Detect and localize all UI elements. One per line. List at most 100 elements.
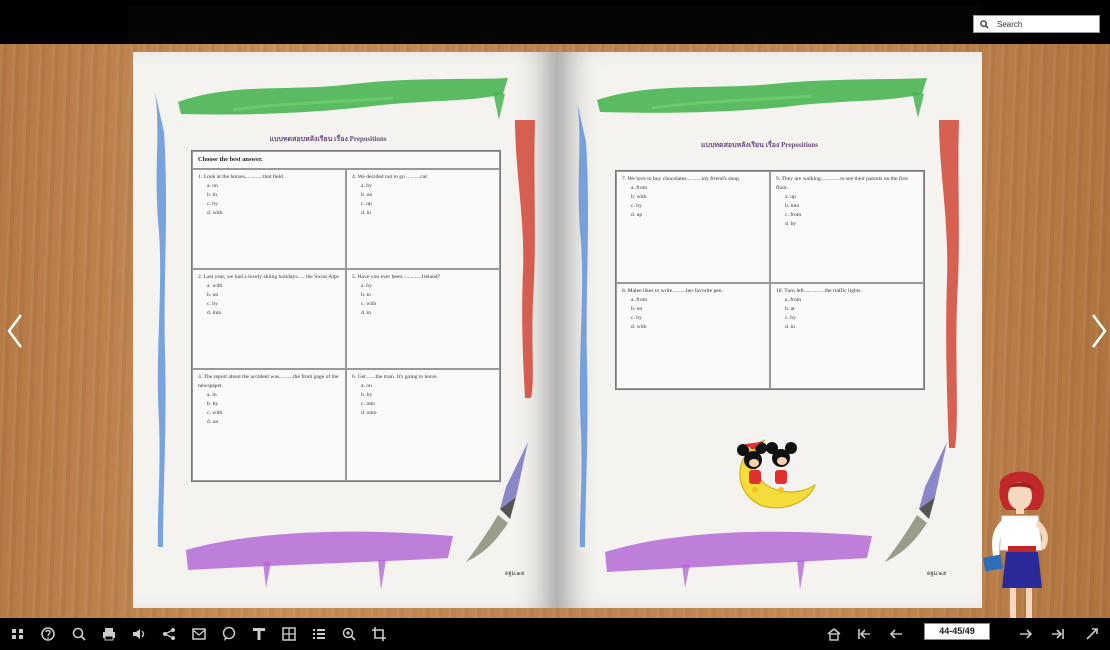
question-text: 6. Get.......the train. It's going to le… — [352, 374, 438, 380]
question-cell[interactable]: 7. We love to buy chocolates...........m… — [616, 171, 770, 283]
purple-paint-decoration — [605, 531, 872, 590]
answer-option[interactable]: d. with — [622, 323, 764, 332]
zoom-in-icon[interactable] — [341, 626, 357, 642]
prev-page-icon[interactable] — [888, 626, 904, 642]
page-number-input[interactable]: 44-45/49 — [924, 623, 990, 640]
answer-option[interactable]: d. into — [198, 309, 340, 318]
answer-option[interactable]: b. by — [352, 391, 494, 400]
print-icon[interactable] — [101, 626, 117, 642]
answer-option[interactable]: d. by — [776, 220, 918, 229]
search-icon[interactable] — [71, 626, 87, 642]
answer-option[interactable]: b. at — [776, 305, 918, 314]
question-text: 3. The report about the accident was....… — [198, 374, 339, 389]
right-page-title: แบบทดสอบหลังเรียน เรื่อง Prepositions — [701, 141, 818, 149]
mickey-minnie-moon-illustration — [737, 439, 816, 509]
comment-icon[interactable] — [221, 626, 237, 642]
answer-option[interactable]: d. on — [198, 418, 340, 427]
answer-option[interactable]: a. up — [776, 193, 918, 202]
answer-option[interactable]: a. from — [622, 184, 764, 193]
right-page[interactable]: แบบทดสอบหลังเรียน เรื่อง Prepositions 7.… — [557, 52, 982, 608]
crop-icon[interactable] — [371, 626, 387, 642]
answer-option[interactable]: c. from — [776, 211, 918, 220]
question-cell[interactable]: 2. Last year, we had a lovely skiing hol… — [192, 269, 346, 369]
answer-option[interactable]: a. by — [352, 182, 494, 191]
next-page-icon[interactable] — [1018, 626, 1034, 642]
answer-option[interactable]: d. in — [776, 323, 918, 332]
answer-option[interactable]: c. into — [352, 400, 494, 409]
question-text: 7. We love to buy chocolates...........m… — [622, 176, 741, 182]
thumbnails-icon[interactable] — [10, 626, 26, 642]
answer-option[interactable]: a. from — [622, 296, 764, 305]
next-page-arrow[interactable] — [1090, 312, 1108, 350]
question-cell[interactable]: 10. Turn left...............the traffic … — [770, 283, 924, 389]
page-code: ดฐม/๑๕ — [505, 571, 525, 577]
answer-option[interactable]: b. on — [352, 191, 494, 200]
question-cell[interactable]: 4. We decided not to go ..........car. a… — [346, 169, 500, 269]
red-paint-decoration — [515, 120, 535, 398]
answer-option[interactable]: b. with — [622, 193, 764, 202]
answer-option[interactable]: c. by — [776, 314, 918, 323]
answer-option[interactable]: c. up — [352, 200, 494, 209]
answer-option[interactable]: a. on — [198, 182, 340, 191]
question-cell[interactable]: 3. The report about the accident was....… — [192, 369, 346, 481]
sound-icon[interactable] — [131, 626, 147, 642]
answer-option[interactable]: b. into — [776, 202, 918, 211]
first-page-icon[interactable] — [856, 626, 872, 642]
answer-option[interactable]: a. from — [776, 296, 918, 305]
answer-option[interactable]: b. on — [622, 305, 764, 314]
fullscreen-icon[interactable] — [1084, 626, 1100, 642]
top-band — [128, 6, 980, 44]
answer-option[interactable]: b. on — [198, 291, 340, 300]
left-page-title: แบบทดสอบหลังเรียน เรื่อง Prepositions — [269, 135, 387, 143]
email-icon[interactable] — [191, 626, 207, 642]
help-icon[interactable] — [40, 626, 56, 642]
question-text: 1. Look at the horses.............that f… — [198, 174, 285, 180]
question-cell[interactable]: 6. Get.......the train. It's going to le… — [346, 369, 500, 481]
grid-icon[interactable] — [281, 626, 297, 642]
answer-option[interactable]: c. with — [352, 300, 494, 309]
text-icon[interactable] — [251, 626, 267, 642]
answer-option[interactable]: c. by — [198, 200, 340, 209]
answer-option[interactable]: a. in — [198, 391, 340, 400]
question-cell[interactable]: 8. Malee likes to write..........her fav… — [616, 283, 770, 389]
answer-option[interactable]: c. with — [198, 409, 340, 418]
last-page-icon[interactable] — [1050, 626, 1066, 642]
right-question-table: 7. We love to buy chocolates...........m… — [615, 170, 925, 390]
answer-option[interactable]: d. in — [352, 209, 494, 218]
question-cell[interactable]: 5. Have you ever been..............Irela… — [346, 269, 500, 369]
answer-option[interactable]: b. in — [198, 191, 340, 200]
question-text: 9. They are walking..............to see … — [776, 176, 908, 191]
green-paint-decoration — [597, 78, 927, 118]
previous-page-arrow[interactable] — [6, 312, 24, 350]
home-icon[interactable] — [826, 626, 842, 642]
blue-paint-decoration — [577, 102, 589, 547]
question-text: 2. Last year, we had a lovely skiing hol… — [198, 274, 339, 280]
left-question-table: Choose the best answer. 1. Look at the h… — [191, 150, 501, 482]
share-icon[interactable] — [161, 626, 177, 642]
answer-option[interactable]: c. by — [622, 202, 764, 211]
question-cell[interactable]: 9. They are walking..............to see … — [770, 171, 924, 283]
question-text: 5. Have you ever been..............Irela… — [352, 274, 441, 280]
answer-option[interactable]: d. in — [352, 309, 494, 318]
top-bar: Search — [0, 0, 1110, 44]
page-code: ดฐม/๑๕ — [927, 571, 947, 577]
left-page[interactable]: แบบทดสอบหลังเรียน เรื่อง Prepositions Ch… — [133, 52, 557, 608]
answer-option[interactable]: b. to — [352, 291, 494, 300]
answer-option[interactable]: a. on — [352, 382, 494, 391]
green-paint-decoration — [178, 78, 508, 120]
answer-option[interactable]: d. with — [198, 209, 340, 218]
paintbrush-decoration — [885, 442, 947, 562]
answer-option[interactable]: a. by — [352, 282, 494, 291]
answer-option[interactable]: b. by — [198, 400, 340, 409]
answer-option[interactable]: c. by — [622, 314, 764, 323]
answer-option[interactable]: d. onto — [352, 409, 494, 418]
answer-option[interactable]: c. by — [198, 300, 340, 309]
question-text: 4. We decided not to go ..........car. — [352, 174, 429, 180]
answer-option[interactable]: d. up — [622, 211, 764, 220]
search-box[interactable]: Search — [973, 15, 1100, 33]
instruction-text: Choose the best answer. — [198, 156, 263, 163]
answer-option[interactable]: a. with — [198, 282, 340, 291]
list-icon[interactable] — [311, 626, 327, 642]
question-cell[interactable]: 1. Look at the horses.............that f… — [192, 169, 346, 269]
purple-paint-decoration — [186, 531, 453, 590]
